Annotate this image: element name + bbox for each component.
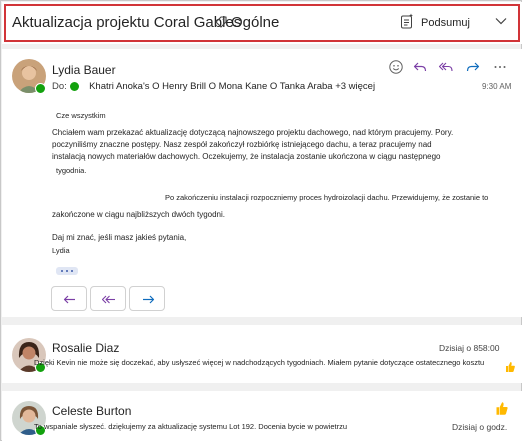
category-label[interactable]: Ogólne [231,14,279,31]
greeting: Cze wszystkim [56,111,106,120]
message-collapsed[interactable]: Celeste Burton Dzisiaj o godz. To wspani… [2,391,522,441]
reading-pane: Aktualizacja projektu Coral Gables Ogóln… [0,0,522,441]
message-time: Dzisiaj o 858:00 [439,343,500,353]
recipients-line[interactable]: Do: Khatri Anoka's O Henry Brill O Mona … [52,81,375,92]
smiley-icon[interactable] [388,59,404,75]
body-line: zakończone w ciągu najbliższych dwóch ty… [52,210,225,219]
summarize-icon[interactable] [400,13,414,29]
to-label: Do: [52,81,67,92]
reply-icon[interactable] [412,59,428,75]
recipient-presence [70,82,79,91]
sender-name[interactable]: Rosalie Diaz [52,341,119,355]
forward-icon[interactable] [465,59,481,75]
reply-all-icon[interactable] [438,59,454,75]
reply-all-icon [101,295,115,304]
forward-button[interactable] [129,286,165,311]
thumbs-up-icon[interactable] [504,361,516,373]
message-time: 9:30 AM [482,82,512,91]
sender-name[interactable]: Celeste Burton [52,404,131,418]
presence-available [35,83,46,94]
chevron-down-icon[interactable] [495,17,507,25]
signature: Lydia [52,246,70,255]
reply-all-button[interactable] [90,286,126,311]
reply-button[interactable] [51,286,87,311]
show-more-button[interactable] [56,267,78,275]
message-expanded: Lydia Bauer Do: Khatri Anoka's O Henry B… [2,49,522,317]
body-line: instalacją nowych materiałów dachowych. … [52,152,441,161]
thumbs-up-icon[interactable] [494,401,509,416]
summarize-button[interactable]: Podsumuj [421,17,470,29]
more-icon[interactable] [492,59,508,75]
message-collapsed[interactable]: Rosalie Diaz Dzisiaj o 858:00 Dzięki Kev… [2,325,522,383]
conversation-subject: Aktualizacja projektu Coral Gables [12,14,242,31]
forward-icon [143,295,155,304]
message-preview: To wspaniale słyszeć. dziękujemy za aktu… [34,422,348,431]
tag-icon[interactable] [214,15,228,29]
conversation-header: Aktualizacja projektu Coral Gables Ogóln… [2,2,522,44]
body-line: tygodnia. [56,166,87,175]
body-line: Chciałem wam przekazać aktualizację doty… [52,128,454,137]
sender-name[interactable]: Lydia Bauer [52,63,116,77]
body-line: poczyniliśmy znaczne postępy. Nasz zespó… [52,140,432,149]
reply-icon [63,295,75,304]
recipients-list[interactable]: Khatri Anoka's O Henry Brill O Mona Kane… [89,81,375,92]
body-line: Po zakończeniu instalacji rozpoczniemy p… [165,193,489,202]
closing-line: Daj mi znać, jeśli masz jakieś pytania, [52,233,187,242]
message-preview: Dzięki Kevin nie może się doczekać, aby … [34,358,485,367]
message-time: Dzisiaj o godz. [452,422,508,432]
